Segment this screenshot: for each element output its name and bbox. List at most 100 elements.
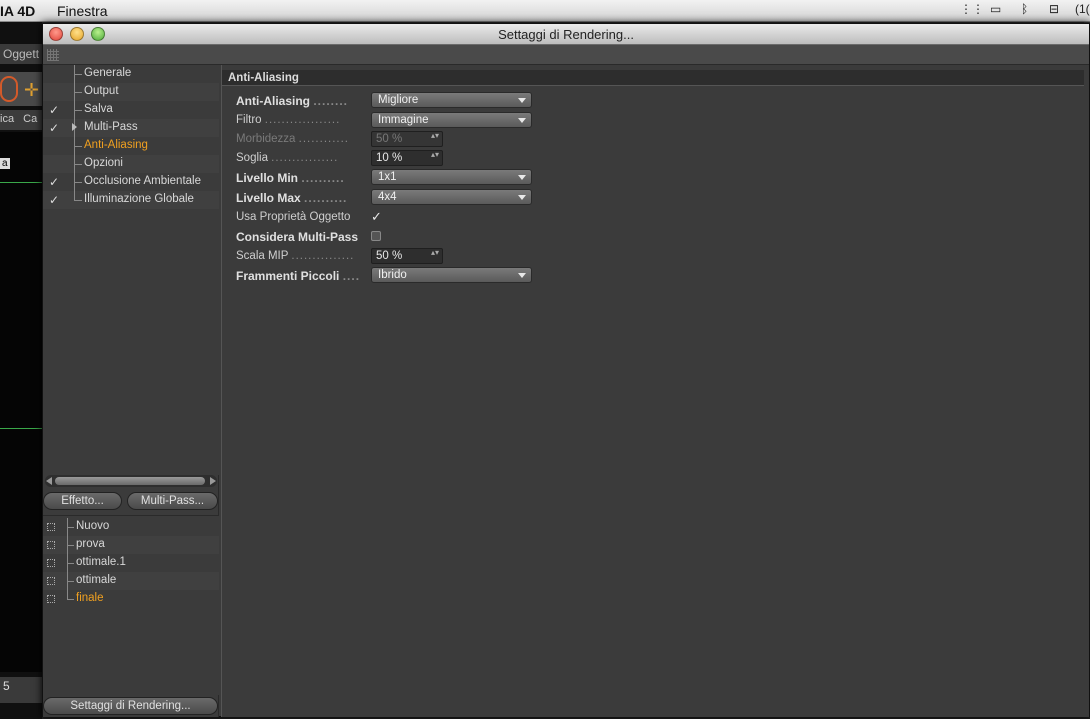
prop-label: Livello Max .......... — [236, 191, 370, 205]
tree-item-label: Opzioni — [84, 157, 123, 169]
tree-item-label: Illuminazione Globale — [84, 193, 194, 205]
tree-item-multipass[interactable]: ✓ Multi-Pass — [43, 119, 219, 137]
spinner-icon[interactable]: ▴▾ — [431, 249, 439, 257]
tree-item-label: Anti-Aliasing — [84, 139, 148, 151]
anti-aliasing-dropdown[interactable]: Migliore — [371, 92, 532, 108]
expand-arrow-icon[interactable] — [72, 123, 77, 131]
preset-item-ottimale[interactable]: ottimale — [43, 572, 219, 590]
dot-leader: .......... — [304, 191, 348, 205]
battery-percent: (1( — [1075, 2, 1090, 16]
field-value: 10 % — [376, 152, 403, 164]
scroll-right-icon[interactable] — [210, 477, 216, 485]
prop-livello-min: Livello Min .......... 1x1 — [236, 169, 536, 187]
bg-grid-line — [0, 182, 42, 183]
minimize-window-button[interactable] — [70, 27, 84, 41]
preset-icon — [47, 541, 55, 549]
grip-handle-icon[interactable] — [47, 49, 59, 61]
tree-item-illuminazione[interactable]: ✓ Illuminazione Globale — [43, 191, 219, 209]
prop-label-text: Livello Min — [236, 171, 299, 185]
prop-label-text: Filtro — [236, 114, 262, 126]
preset-item-ottimale-1[interactable]: ottimale.1 — [43, 554, 219, 572]
scala-mip-field[interactable]: 50 % ▴▾ — [371, 248, 443, 264]
frammenti-piccoli-dropdown[interactable]: Ibrido — [371, 267, 532, 283]
close-window-button[interactable] — [49, 27, 63, 41]
tree-item-occlusione[interactable]: ✓ Occlusione Ambientale — [43, 173, 219, 191]
anti-aliasing-panel: Anti-Aliasing Anti-Aliasing ........ Mig… — [221, 65, 1089, 717]
scrollbar-thumb[interactable] — [55, 477, 205, 485]
tree-item-label: Salva — [84, 103, 113, 115]
usa-proprieta-checkbox[interactable]: ✓ — [371, 210, 383, 223]
prop-label: Scala MIP ............... — [236, 250, 370, 262]
scroll-left-icon[interactable] — [46, 477, 52, 485]
preset-item-nuovo[interactable]: Nuovo — [43, 518, 219, 536]
tree-item-label: Generale — [84, 67, 132, 79]
checkmark-icon[interactable]: ✓ — [47, 103, 61, 117]
tree-item-label: Output — [84, 85, 119, 97]
bg-tab-1[interactable]: ica — [0, 113, 14, 125]
preset-label: prova — [76, 538, 105, 550]
prop-usa-proprieta-oggetto: Usa Proprietà Oggetto ✓ — [236, 209, 536, 227]
tree-tick — [74, 74, 82, 75]
dot-leader: ........ — [313, 94, 349, 108]
tree-item-generale[interactable]: Generale — [43, 65, 219, 83]
background-left-panel: Oggett ✛ ica Ca a 5 — [0, 22, 42, 719]
preset-item-finale[interactable]: finale — [43, 590, 219, 608]
pointer-tool-icon[interactable] — [0, 76, 18, 102]
tree-item-opzioni[interactable]: Opzioni — [43, 155, 219, 173]
tree-item-label: Multi-Pass — [84, 121, 138, 133]
tree-horizontal-scrollbar[interactable] — [45, 475, 217, 487]
render-presets-list: Nuovo prova ottimale.1 ottimale finale — [43, 515, 219, 695]
dot-leader: .......... — [301, 171, 345, 185]
prop-label-text: Soglia — [236, 152, 268, 164]
bg-viewport-label: a — [0, 158, 10, 169]
bluetooth-icon[interactable]: ᛒ — [1021, 2, 1028, 16]
prop-label-text: Scala MIP — [236, 250, 289, 262]
tree-item-output[interactable]: Output — [43, 83, 219, 101]
bg-toolbar: ✛ — [0, 72, 42, 106]
render-settings-button[interactable]: Settaggi di Rendering... — [43, 697, 218, 715]
prop-label: Considera Multi-Pass — [236, 230, 359, 244]
checkmark-icon[interactable]: ✓ — [47, 193, 61, 207]
field-value: 50 % — [376, 133, 403, 145]
battery-icon[interactable]: ⊟ — [1049, 2, 1059, 16]
prop-label: Livello Min .......... — [236, 171, 370, 185]
menu-app-name[interactable]: IA 4D — [0, 3, 35, 19]
dot-leader: ............ — [298, 133, 349, 145]
move-tool-icon[interactable]: ✛ — [24, 80, 39, 101]
checkmark-icon[interactable]: ✓ — [47, 121, 61, 135]
display-icon[interactable]: ▭ — [990, 2, 1001, 16]
prop-label-text: Anti-Aliasing — [236, 94, 310, 108]
preset-icon — [47, 595, 55, 603]
prop-scala-mip: Scala MIP ............... 50 % ▴▾ — [236, 248, 536, 266]
considera-multipass-checkbox[interactable] — [371, 231, 381, 241]
tree-tick — [67, 599, 74, 600]
prop-filtro: Filtro .................. Immagine — [236, 112, 536, 130]
window-titlebar[interactable]: Settaggi di Rendering... — [43, 24, 1089, 45]
tree-item-anti-aliasing[interactable]: Anti-Aliasing — [43, 137, 219, 155]
preset-label: Nuovo — [76, 520, 110, 532]
tree-line — [74, 191, 75, 200]
spinner-icon[interactable]: ▴▾ — [431, 151, 439, 159]
preset-item-prova[interactable]: prova — [43, 536, 219, 554]
checkmark-icon[interactable]: ✓ — [47, 175, 61, 189]
window-title: Settaggi di Rendering... — [498, 27, 634, 42]
livello-min-dropdown[interactable]: 1x1 — [371, 169, 532, 185]
bg-timeline-ruler[interactable]: 5 — [0, 677, 42, 703]
mac-menubar: IA 4D Finestra ⋮⋮ ▭ ᛒ ⊟ (1( — [0, 0, 1090, 22]
tree-tick — [74, 200, 82, 201]
filtro-dropdown[interactable]: Immagine — [371, 112, 532, 128]
multipass-button[interactable]: Multi-Pass... — [127, 492, 218, 510]
tree-tick — [74, 110, 82, 111]
menu-finestra[interactable]: Finestra — [57, 3, 108, 19]
soglia-field[interactable]: 10 % ▴▾ — [371, 150, 443, 166]
effetto-button[interactable]: Effetto... — [43, 492, 122, 510]
tree-tick — [74, 146, 82, 147]
bg-tabs: ica Ca — [0, 110, 42, 130]
bg-tab-2[interactable]: Ca — [23, 113, 37, 125]
prop-label: Morbidezza ............ — [236, 133, 370, 145]
livello-max-dropdown[interactable]: 4x4 — [371, 189, 532, 205]
bg-viewport[interactable]: a — [0, 132, 42, 672]
tree-tick — [74, 92, 82, 93]
tree-item-salva[interactable]: ✓ Salva — [43, 101, 219, 119]
zoom-window-button[interactable] — [91, 27, 105, 41]
